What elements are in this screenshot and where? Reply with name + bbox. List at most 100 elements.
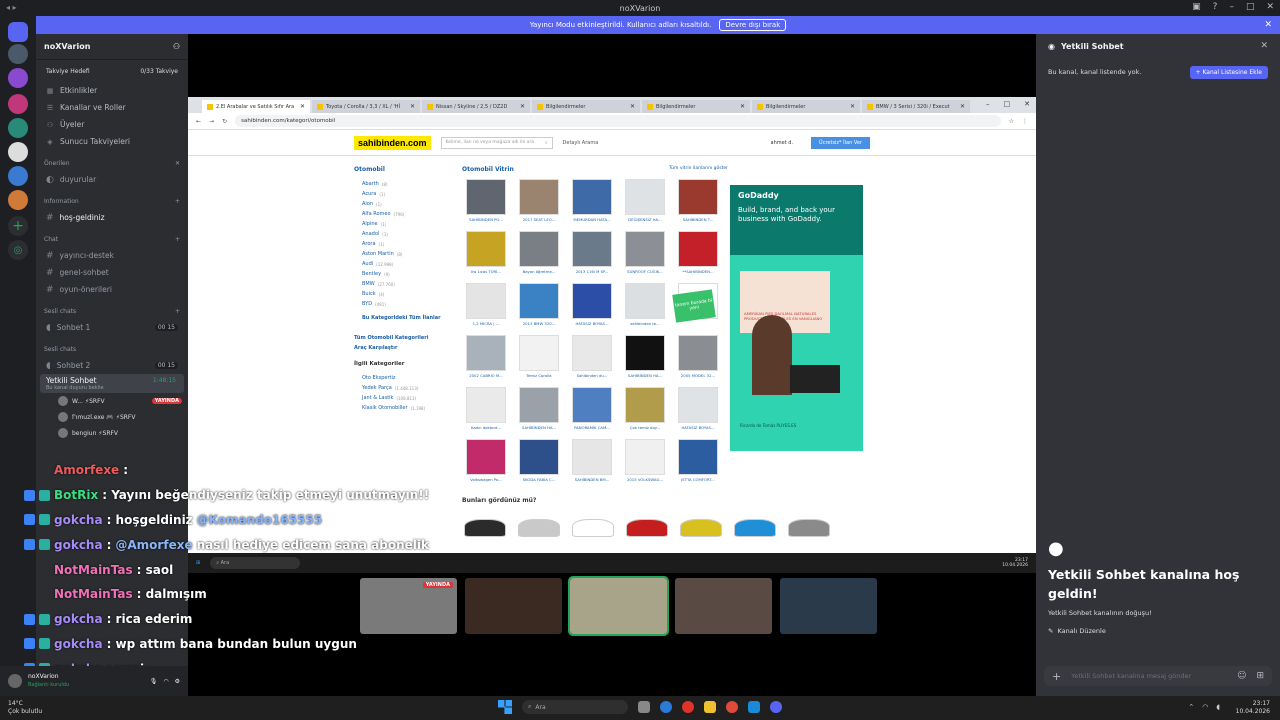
- close-icon[interactable]: ✕: [1266, 2, 1274, 12]
- brand-link[interactable]: Abarth (8): [362, 179, 450, 189]
- category-chat[interactable]: Chat +: [36, 232, 188, 247]
- server-icon[interactable]: [8, 118, 28, 138]
- site-user[interactable]: ahmet d.: [771, 140, 794, 146]
- weather-widget[interactable]: 14°C Çok bulutlu: [8, 700, 42, 716]
- server-icon[interactable]: [8, 44, 28, 64]
- close-tab-icon[interactable]: ✕: [410, 103, 415, 110]
- message-input[interactable]: + Yetkili Sohbet kanalına mesaj gönder ☺…: [1044, 666, 1272, 686]
- listing-card[interactable]: Temiz Corolla: [515, 335, 563, 383]
- brand-link[interactable]: Arora (1): [362, 239, 450, 249]
- related-link[interactable]: Jant & Lastik (108.813): [362, 393, 450, 403]
- listing-card[interactable]: Sahibinden du...: [568, 335, 616, 383]
- menu-icon[interactable]: ⋮: [1022, 118, 1028, 125]
- edge-icon[interactable]: [660, 701, 672, 713]
- apps-icon[interactable]: ⊞: [1256, 671, 1264, 681]
- brand-link[interactable]: BYD (491): [362, 299, 450, 309]
- channel-oyun-onerileri[interactable]: # oyun-önerileri: [36, 281, 188, 298]
- participant-video[interactable]: [465, 578, 562, 634]
- seen-car[interactable]: [788, 519, 830, 537]
- window-nav[interactable]: ◂ ▸: [6, 3, 17, 12]
- category-sesli-2[interactable]: Sesli chats: [36, 342, 188, 357]
- godaddy-ad[interactable]: GoDaddy Build, brand, and back your busi…: [730, 185, 863, 451]
- chat-username[interactable]: gokcha: [54, 513, 103, 527]
- avatar[interactable]: [8, 674, 22, 688]
- category-sesli-1[interactable]: Sesli chats +: [36, 304, 188, 319]
- server-icon[interactable]: [8, 94, 28, 114]
- participant-video[interactable]: [568, 576, 669, 636]
- nav-events[interactable]: ▦ Etkinlikler: [36, 82, 188, 99]
- reload-icon[interactable]: ↻: [222, 118, 227, 125]
- brand-link[interactable]: BMW (27.760): [362, 279, 450, 289]
- listing-card[interactable]: **SAHİBİNDEN...: [674, 231, 722, 279]
- browser-tab[interactable]: Bilgilendirmeler ✕: [642, 100, 750, 113]
- system-clock[interactable]: 23:17 10.04.2026: [1236, 700, 1270, 716]
- close-tab-icon[interactable]: ✕: [960, 103, 965, 110]
- voice-channel-sohbet-2[interactable]: ◖ Sohbet 2 00 15: [36, 357, 188, 374]
- brand-link[interactable]: Buick (4): [362, 289, 450, 299]
- chrome-icon[interactable]: [726, 701, 738, 713]
- browser-tab[interactable]: Bilgilendirmeler ✕: [752, 100, 860, 113]
- close-tab-icon[interactable]: ✕: [740, 103, 745, 110]
- chat-username[interactable]: NotMainTas: [54, 587, 133, 601]
- disable-streamer-mode-button[interactable]: Devre dışı bırak: [719, 19, 787, 31]
- listing-card[interactable]: MEMURDAN HATA...: [568, 179, 616, 227]
- seen-car[interactable]: [464, 519, 506, 537]
- post-ad-button[interactable]: Ücretsiz* İlan Ver: [811, 136, 870, 149]
- listing-card[interactable]: HATASIZ BOYAS...: [568, 283, 616, 331]
- seen-car[interactable]: [626, 519, 668, 537]
- participant-video[interactable]: [780, 578, 877, 634]
- chat-username[interactable]: gokcha: [54, 637, 103, 651]
- related-link[interactable]: Oto Ekspertiz: [362, 373, 450, 383]
- listing-card[interactable]: 2017 SEAT LEO...: [515, 179, 563, 227]
- discover-icon[interactable]: ◎: [8, 240, 28, 260]
- site-logo[interactable]: sahibinden.com: [354, 135, 431, 150]
- browser-tab[interactable]: Toyota / Corolla / 3,3 / XL / 'Hİ ✕: [312, 100, 420, 113]
- mic-icon[interactable]: 🎙: [150, 678, 158, 685]
- category-information[interactable]: Information +: [36, 194, 188, 209]
- all-auto-categories-link[interactable]: Tüm Otomobil Kategorileri: [354, 335, 450, 341]
- site-search-input[interactable]: Kelime, ilan no veya mağaza adı ile ara ⌕: [440, 136, 553, 149]
- seen-car[interactable]: [680, 519, 722, 537]
- browser-tab[interactable]: 2.El Arabalar ve Satılık Sıfır Ara ✕: [202, 100, 310, 113]
- volume-icon[interactable]: ◖: [1216, 703, 1220, 711]
- listing-card[interactable]: Volkswagen Po...: [462, 439, 510, 487]
- maximize-icon[interactable]: □: [1004, 100, 1011, 108]
- voice-channel-sohbet-1[interactable]: ◖ Sohbet 1 00 15: [36, 319, 188, 336]
- emoji-icon[interactable]: ☺: [1237, 671, 1246, 681]
- back-icon[interactable]: ←: [196, 118, 201, 125]
- discord-icon[interactable]: [770, 701, 782, 713]
- showcase-all-link[interactable]: Tüm vitrin ilanlarını göster: [669, 166, 728, 173]
- listing-card[interactable]: SUNROOF CÜĞİK...: [621, 231, 669, 279]
- close-icon[interactable]: ✕: [1260, 41, 1268, 51]
- wifi-icon[interactable]: ◠: [1202, 703, 1208, 711]
- close-icon[interactable]: ✕: [1024, 100, 1030, 108]
- task-view-icon[interactable]: [638, 701, 650, 713]
- compare-link[interactable]: Araç Karşılaştır: [354, 345, 450, 351]
- add-channel-icon[interactable]: +: [175, 198, 180, 205]
- brand-link[interactable]: Alpine (1): [362, 219, 450, 229]
- close-tab-icon[interactable]: ✕: [630, 103, 635, 110]
- inbox-icon[interactable]: ▣: [1192, 2, 1201, 12]
- participant-video[interactable]: [675, 578, 772, 634]
- edit-channel-button[interactable]: ✎ Kanalı Düzenle: [1048, 627, 1268, 635]
- category-onerilen[interactable]: Önerilen ✕: [36, 156, 188, 171]
- nav-channels-roles[interactable]: ☰ Kanallar ve Roller: [36, 99, 188, 116]
- listing-card[interactable]: SKODA FABİA C...: [515, 439, 563, 487]
- listing-card[interactable]: Ilw Lıcas TÜRİ...: [462, 231, 510, 279]
- browser-tab[interactable]: Nissan / Skyline / 2,5 / DZ2D ✕: [422, 100, 530, 113]
- opera-icon[interactable]: [682, 701, 694, 713]
- server-icon[interactable]: [8, 166, 28, 186]
- voice-user[interactable]: bengiun ⚡SRFV: [36, 425, 188, 441]
- related-link[interactable]: Yedek Parça (1.448.113): [362, 383, 450, 393]
- channel-hos-geldiniz[interactable]: # hoş-geldiniz: [36, 209, 188, 226]
- server-icon[interactable]: [8, 190, 28, 210]
- url-field[interactable]: sahibinden.com/kategori/otomobil: [235, 115, 1001, 127]
- listing-card[interactable]: 1,2 MİCRA | ...: [462, 283, 510, 331]
- server-icon[interactable]: [8, 68, 28, 88]
- voice-user[interactable]: W... ⚡SRFV YAYINDA: [36, 393, 188, 409]
- banner-close-icon[interactable]: ✕: [1264, 20, 1272, 30]
- seen-car[interactable]: [572, 519, 614, 537]
- server-icon[interactable]: [8, 142, 28, 162]
- brand-link[interactable]: Bentley (9): [362, 269, 450, 279]
- star-icon[interactable]: ☆: [1009, 118, 1014, 125]
